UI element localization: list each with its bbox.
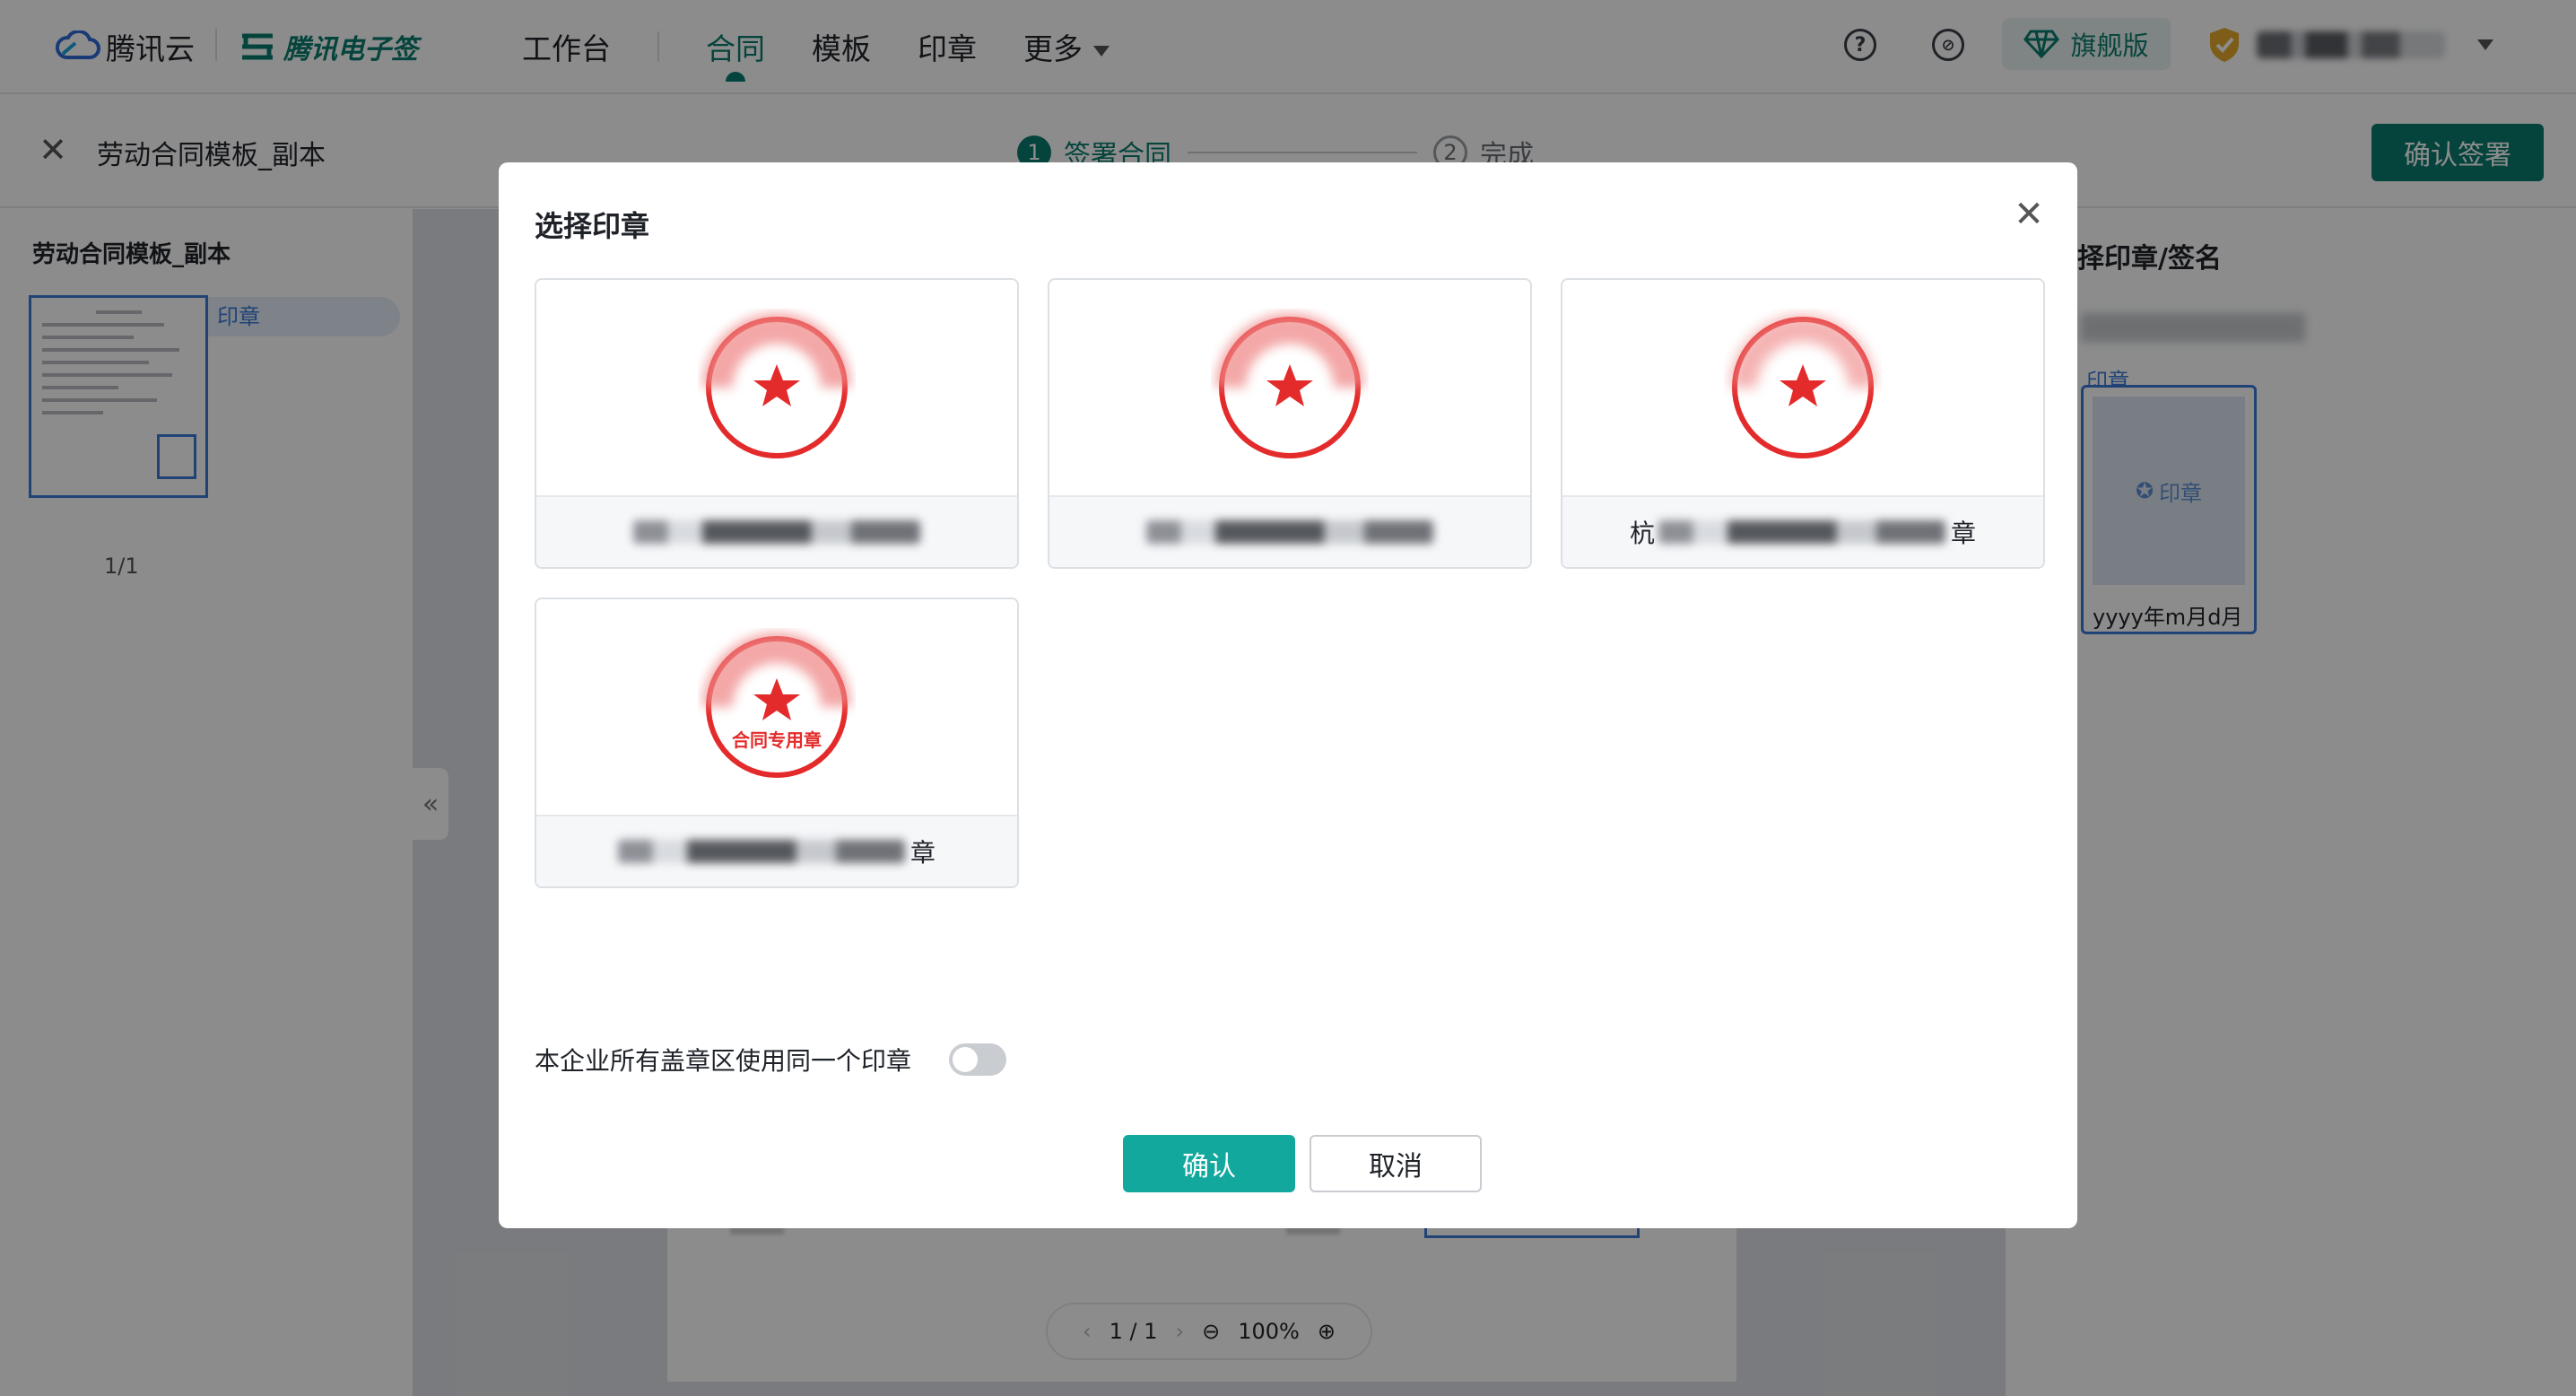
seal-inscription: 合同专用章 bbox=[732, 729, 822, 751]
same-seal-label: 本企业所有盖章区使用同一个印章 bbox=[535, 1046, 912, 1076]
cancel-button[interactable]: 取消 bbox=[1310, 1135, 1482, 1192]
seal-name-suffix: 章 bbox=[909, 838, 936, 868]
seal-name bbox=[536, 495, 1017, 567]
seal-name bbox=[1049, 495, 1530, 567]
seal-stamp-icon bbox=[1215, 313, 1364, 458]
close-icon[interactable]: ✕ bbox=[2011, 196, 2047, 232]
seal-name-redacted bbox=[1658, 520, 1945, 544]
seal-name-redacted bbox=[617, 840, 905, 863]
seal-name-suffix: 章 bbox=[1951, 519, 1977, 548]
seal-name-prefix: 杭 bbox=[1629, 519, 1655, 548]
same-seal-option: 本企业所有盖章区使用同一个印章 bbox=[535, 1038, 1007, 1081]
seal-stamp-icon bbox=[702, 313, 851, 458]
contract-seal-stamp-icon: 合同专用章 bbox=[702, 633, 851, 778]
same-seal-toggle[interactable] bbox=[949, 1043, 1007, 1076]
seal-stamp-icon bbox=[1730, 315, 1875, 458]
seal-name: 章 bbox=[536, 815, 1017, 886]
seal-option-1[interactable] bbox=[535, 278, 1019, 569]
dialog-title: 选择印章 bbox=[535, 209, 650, 243]
seal-name-redacted bbox=[1146, 520, 1433, 544]
seal-option-4[interactable]: 合同专用章 章 bbox=[535, 598, 1019, 888]
seal-option-3[interactable]: 杭 章 bbox=[1561, 278, 2045, 569]
seal-name: 杭 章 bbox=[1562, 495, 2043, 567]
seal-option-2[interactable] bbox=[1048, 278, 1532, 569]
select-seal-dialog: 选择印章 ✕ 杭 章 合同专用章 章 本企业所有盖章区使用同一个印章 确认 取消 bbox=[499, 162, 2077, 1228]
confirm-button[interactable]: 确认 bbox=[1123, 1135, 1295, 1192]
seal-name-redacted bbox=[633, 520, 920, 544]
